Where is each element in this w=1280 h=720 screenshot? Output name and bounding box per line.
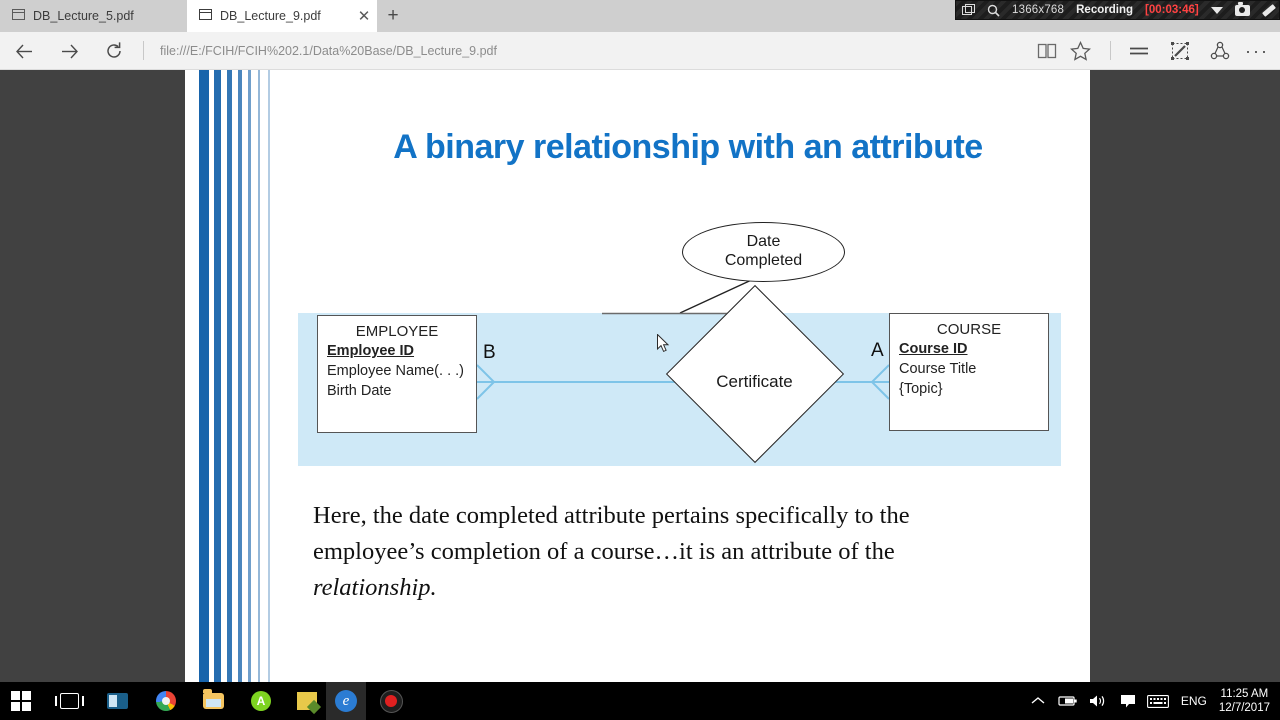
reload-button[interactable] bbox=[100, 37, 128, 65]
tab-strip: DB_Lecture_5.pdf DB_Lecture_9.pdf ✕ + 13… bbox=[0, 0, 1280, 32]
mouse-cursor bbox=[657, 334, 670, 353]
more-icon[interactable]: ··· bbox=[1242, 36, 1272, 66]
cardinality-label-a: A bbox=[871, 340, 884, 361]
slide-title: A binary relationship with an attribute bbox=[393, 128, 983, 166]
magnifier-icon[interactable] bbox=[981, 1, 1006, 19]
slide-body-text: Here, the date completed attribute perta… bbox=[313, 498, 1073, 606]
cardinality-label-b: B bbox=[483, 342, 496, 363]
pdf-viewer[interactable]: A binary relationship with an attribute bbox=[0, 70, 1280, 682]
share-icon[interactable] bbox=[1205, 36, 1235, 66]
entity-employee-attributes: Employee ID Employee Name(. . .) Birth D… bbox=[327, 341, 476, 401]
tab-db-lecture-5[interactable]: DB_Lecture_5.pdf bbox=[0, 0, 187, 32]
attribute: {Topic} bbox=[899, 381, 943, 398]
app-card-icon bbox=[106, 693, 128, 709]
taskbar-item-chrome[interactable] bbox=[147, 682, 185, 720]
taskbar-item-file-explorer[interactable] bbox=[194, 682, 232, 720]
tab-db-lecture-9[interactable]: DB_Lecture_9.pdf bbox=[187, 0, 377, 32]
back-button[interactable] bbox=[10, 37, 38, 65]
screen-recorder-icon bbox=[379, 689, 403, 713]
windows-taskbar: e ENG 11:25 AM 12/7/20 bbox=[0, 682, 1280, 720]
tab-page-icon bbox=[12, 8, 25, 24]
web-note-icon[interactable] bbox=[1165, 36, 1195, 66]
attribute: Birth Date bbox=[327, 383, 392, 400]
attribute: Employee Name(. . .) bbox=[327, 363, 464, 380]
body-line-1: Here, the date completed attribute perta… bbox=[313, 502, 910, 529]
taskbar-item-tool-app[interactable] bbox=[288, 682, 326, 720]
task-view-button[interactable] bbox=[50, 682, 88, 720]
recording-timecode: [00:03:46] bbox=[1145, 4, 1199, 16]
taskbar-item-screen-recorder[interactable] bbox=[372, 682, 410, 720]
browser-window: DB_Lecture_5.pdf DB_Lecture_9.pdf ✕ + 13… bbox=[0, 0, 1280, 682]
pdf-page: A binary relationship with an attribute bbox=[185, 70, 1090, 682]
clock[interactable]: 11:25 AM 12/7/2017 bbox=[1215, 687, 1280, 716]
tab-title: DB_Lecture_5.pdf bbox=[33, 9, 134, 23]
reading-view-icon[interactable] bbox=[1032, 36, 1062, 66]
clock-time: 11:25 AM bbox=[1220, 687, 1269, 700]
entity-course: COURSE Course ID Course Title {Topic} bbox=[889, 313, 1049, 431]
toolbar-divider bbox=[143, 41, 144, 60]
volume-icon[interactable] bbox=[1083, 682, 1113, 720]
attribute: Course Title bbox=[899, 361, 977, 378]
windows-logo-icon bbox=[10, 690, 32, 712]
system-tray: ENG 11:25 AM 12/7/2017 bbox=[1023, 682, 1280, 720]
recording-status: Recording bbox=[1076, 4, 1133, 16]
attribute-line-1: Date bbox=[746, 233, 781, 251]
chrome-icon bbox=[156, 691, 176, 711]
language-indicator[interactable]: ENG bbox=[1173, 694, 1215, 708]
entity-employee-name: EMPLOYEE bbox=[355, 323, 439, 340]
battery-icon[interactable] bbox=[1053, 682, 1083, 720]
tool-app-icon bbox=[297, 692, 317, 710]
task-view-icon bbox=[54, 693, 84, 709]
tab-close-button[interactable]: ✕ bbox=[352, 0, 376, 32]
browser-toolbar: file:///E:/FCIH/FCIH%202.1/Data%20Base/D… bbox=[0, 32, 1280, 70]
start-button[interactable] bbox=[2, 682, 40, 720]
clock-date: 12/7/2017 bbox=[1218, 702, 1270, 714]
address-text: file:///E:/FCIH/FCIH%202.1/Data%20Base/D… bbox=[160, 43, 497, 58]
pencil-icon[interactable] bbox=[1256, 1, 1280, 19]
window-select-icon[interactable] bbox=[956, 1, 981, 19]
android-studio-icon bbox=[251, 691, 271, 711]
attribute-primary-key: Course ID bbox=[899, 341, 968, 357]
tab-page-icon bbox=[199, 8, 212, 24]
attribute-primary-key: Employee ID bbox=[327, 343, 415, 359]
show-hidden-icons-button[interactable] bbox=[1023, 682, 1053, 720]
entity-course-attributes: Course ID Course Title {Topic} bbox=[899, 339, 1048, 399]
body-line-2: employee’s completion of a course…it is … bbox=[313, 538, 895, 565]
attribute-line-2: Completed bbox=[724, 252, 803, 269]
address-bar[interactable]: file:///E:/FCIH/FCIH%202.1/Data%20Base/D… bbox=[160, 32, 975, 69]
caret-down-icon[interactable] bbox=[1205, 1, 1229, 19]
action-center-icon[interactable] bbox=[1113, 682, 1143, 720]
recording-resolution: 1366x768 bbox=[1012, 4, 1065, 16]
slide-stripe-decoration bbox=[185, 70, 285, 682]
edge-icon: e bbox=[335, 690, 357, 712]
relationship-attribute-ellipse: Date Completed bbox=[682, 222, 845, 282]
entity-course-name: COURSE bbox=[936, 321, 1002, 338]
screen-recorder-overlay: 1366x768 Recording [00:03:46] bbox=[955, 0, 1280, 20]
screen: DB_Lecture_5.pdf DB_Lecture_9.pdf ✕ + 13… bbox=[0, 0, 1280, 720]
new-tab-button[interactable]: + bbox=[377, 0, 409, 32]
camera-icon[interactable] bbox=[1229, 1, 1256, 19]
body-line-3: relationship. bbox=[313, 574, 437, 601]
taskbar-item-android-studio[interactable] bbox=[242, 682, 280, 720]
tab-title: DB_Lecture_9.pdf bbox=[220, 9, 321, 23]
forward-button[interactable] bbox=[55, 37, 83, 65]
favorites-star-icon[interactable] bbox=[1065, 36, 1095, 66]
toolbar-divider bbox=[1110, 41, 1111, 60]
taskbar-item-edge[interactable]: e bbox=[326, 682, 366, 720]
keyboard-icon[interactable] bbox=[1143, 682, 1173, 720]
hub-icon[interactable] bbox=[1124, 36, 1154, 66]
file-explorer-icon bbox=[202, 689, 224, 709]
entity-employee: EMPLOYEE Employee ID Employee Name(. . .… bbox=[317, 315, 477, 433]
taskbar-item-app-blue[interactable] bbox=[98, 682, 136, 720]
relationship-label: Certificate bbox=[716, 372, 793, 391]
